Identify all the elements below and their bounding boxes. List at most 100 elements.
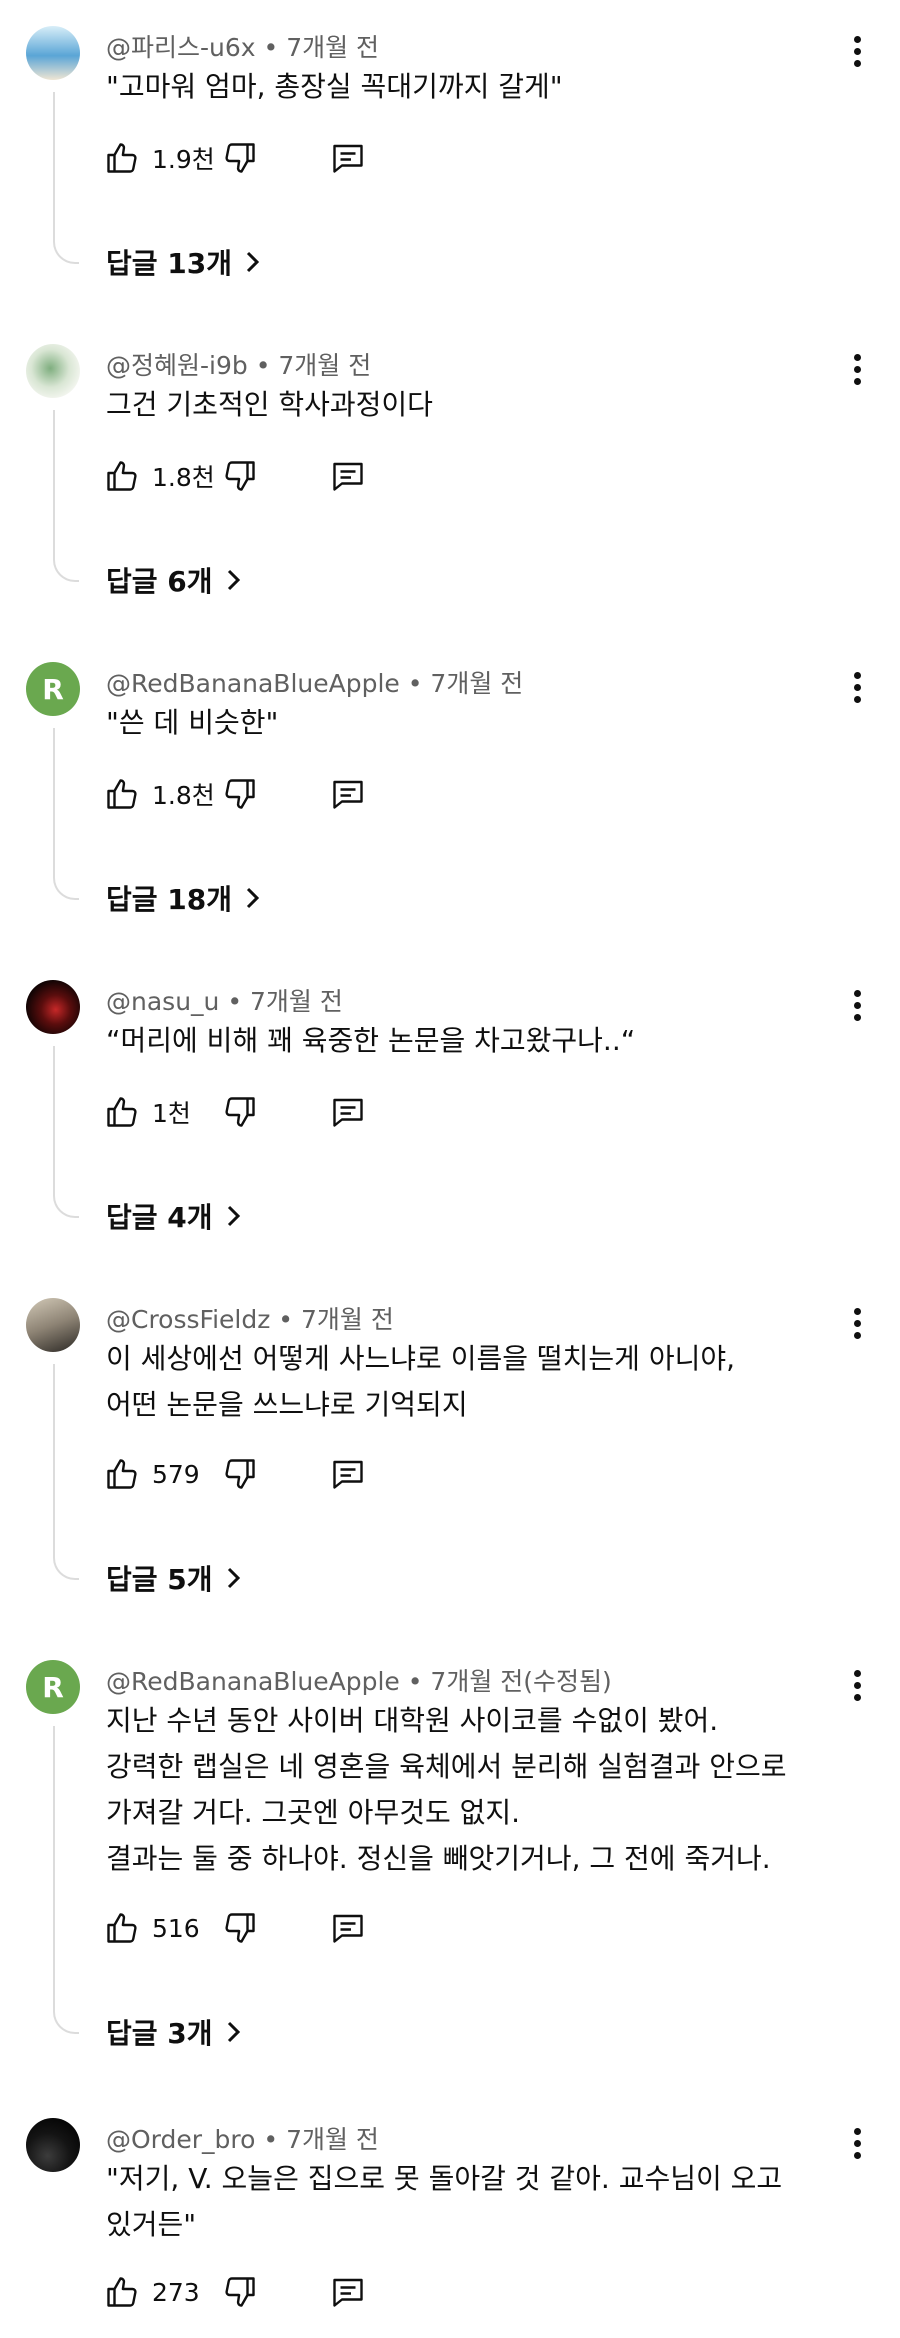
replies-label: 답글 5개 <box>106 1563 213 1596</box>
view-replies-button[interactable]: 답글 13개 <box>106 242 262 282</box>
thread-line <box>53 1726 79 2034</box>
comment-reply-icon[interactable] <box>330 2274 366 2310</box>
comment-meta: @RedBananaBlueApple • 7개월 전(수정됨) <box>106 1667 612 1696</box>
like-count: 1천 <box>152 1099 191 1128</box>
comment-line: 어떤 논문을 쓰느냐로 기억되지 <box>106 1388 468 1421</box>
chevron-right-icon <box>227 2021 240 2043</box>
comment-line: "저기, V. 오늘은 집으로 못 돌아갈 것 같아. 교수님이 오고 <box>106 2162 783 2195</box>
chevron-right-icon <box>227 569 240 591</box>
comment-reply-icon[interactable] <box>330 458 366 494</box>
thumb-up-icon[interactable] <box>104 2274 140 2310</box>
comment: @nasu_u • 7개월 전 “머리에 비해 꽤 육중한 논문을 차고왔구나.… <box>0 954 900 1272</box>
view-replies-button[interactable]: 답글 6개 <box>106 560 243 600</box>
replies-label: 답글 13개 <box>106 247 232 280</box>
chevron-right-icon <box>227 1567 240 1589</box>
comment-line: 가져갈 거다. 그곳엔 아무것도 없지. <box>106 1796 521 1829</box>
thumb-down-icon[interactable] <box>222 1910 258 1946</box>
comment-actions: 1천 <box>104 1092 366 1132</box>
thumb-up-icon[interactable] <box>104 1910 140 1946</box>
avatar[interactable]: R <box>26 662 80 716</box>
comment-text: "저기, V. 오늘은 집으로 못 돌아갈 것 같아. 교수님이 오고 있거든" <box>106 2156 846 2248</box>
comment-line: 지난 수년 동안 사이버 대학원 사이코를 수없이 봤어. <box>106 1704 719 1737</box>
comment: @정혜원-i9b • 7개월 전 그건 기초적인 학사과정이다 1.8천 답글 … <box>0 318 900 636</box>
view-replies-button[interactable]: 답글 18개 <box>106 878 262 918</box>
comment-text: 이 세상에선 어떻게 사느냐로 이름을 떨치는게 아니야, 어떤 논문을 쓰느냐… <box>106 1336 846 1428</box>
comment: @CrossFieldz • 7개월 전 이 세상에선 어떻게 사느냐로 이름을… <box>0 1272 900 1634</box>
comment-line: 그건 기초적인 학사과정이다 <box>106 388 433 421</box>
like-count: 1.8천 <box>152 781 215 810</box>
replies-label: 답글 6개 <box>106 565 213 598</box>
comment-text: 그건 기초적인 학사과정이다 <box>106 382 846 428</box>
avatar[interactable] <box>26 2118 80 2172</box>
thumb-up-icon[interactable] <box>104 140 140 176</box>
like-count: 1.9천 <box>152 145 215 174</box>
avatar[interactable]: R <box>26 1660 80 1714</box>
comment-actions: 1.9천 <box>104 138 366 178</box>
replies-label: 답글 18개 <box>106 883 232 916</box>
more-vert-icon[interactable] <box>852 354 862 386</box>
comment-reply-icon[interactable] <box>330 1094 366 1130</box>
view-replies-button[interactable]: 답글 5개 <box>106 1558 243 1598</box>
comment-meta: @파리스-u6x • 7개월 전 <box>106 33 380 62</box>
view-replies-button[interactable]: 답글 4개 <box>106 1196 243 1236</box>
thread-line <box>53 410 79 582</box>
comment-line: 이 세상에선 어떻게 사느냐로 이름을 떨치는게 아니야, <box>106 1342 736 1375</box>
comment: R @RedBananaBlueApple • 7개월 전(수정됨) 지난 수년… <box>0 1634 900 2092</box>
comment-actions: 1.8천 <box>104 456 366 496</box>
like-count: 579 <box>152 1459 200 1489</box>
thumb-up-icon[interactable] <box>104 1094 140 1130</box>
thumb-down-icon[interactable] <box>222 140 258 176</box>
more-vert-icon[interactable] <box>852 1670 862 1702</box>
thumb-up-icon[interactable] <box>104 776 140 812</box>
view-replies-button[interactable]: 답글 3개 <box>106 2012 243 2052</box>
like-count: 1.8천 <box>152 463 215 492</box>
more-vert-icon[interactable] <box>852 2128 862 2160</box>
comment-text: "고마워 엄마, 총장실 꼭대기까지 갈게" <box>106 64 846 110</box>
avatar[interactable] <box>26 1298 80 1352</box>
comment: @Order_bro • 7개월 전 "저기, V. 오늘은 집으로 못 돌아갈… <box>0 2092 900 2338</box>
avatar-letter: R <box>42 672 64 706</box>
comment: R @RedBananaBlueApple • 7개월 전 "쓴 데 비슷한" … <box>0 636 900 954</box>
replies-label: 답글 4개 <box>106 1201 213 1234</box>
more-vert-icon[interactable] <box>852 990 862 1022</box>
comment-line: “머리에 비해 꽤 육중한 논문을 차고왔구나..“ <box>106 1024 636 1057</box>
comment-text: "쓴 데 비슷한" <box>106 700 846 746</box>
avatar[interactable] <box>26 26 80 80</box>
replies-label: 답글 3개 <box>106 2017 213 2050</box>
thumb-up-icon[interactable] <box>104 458 140 494</box>
comment-line: "쓴 데 비슷한" <box>106 706 279 739</box>
comment-line: 강력한 랩실은 네 영혼을 육체에서 분리해 실험결과 안으로 <box>106 1750 787 1783</box>
thumb-down-icon[interactable] <box>222 1094 258 1130</box>
avatar[interactable] <box>26 344 80 398</box>
comment-line: 있거든" <box>106 2208 197 2241</box>
comment-reply-icon[interactable] <box>330 1456 366 1492</box>
comment-meta: @CrossFieldz • 7개월 전 <box>106 1305 394 1334</box>
comment-reply-icon[interactable] <box>330 776 366 812</box>
thumb-up-icon[interactable] <box>104 1456 140 1492</box>
chevron-right-icon <box>227 1205 240 1227</box>
thread-line <box>53 728 79 900</box>
more-vert-icon[interactable] <box>852 36 862 68</box>
thumb-down-icon[interactable] <box>222 1456 258 1492</box>
thumb-down-icon[interactable] <box>222 776 258 812</box>
thumb-down-icon[interactable] <box>222 2274 258 2310</box>
comment-line: "고마워 엄마, 총장실 꼭대기까지 갈게" <box>106 70 563 103</box>
comment-meta: @nasu_u • 7개월 전 <box>106 987 343 1016</box>
more-vert-icon[interactable] <box>852 1308 862 1340</box>
thread-line <box>53 92 79 264</box>
comment-meta: @Order_bro • 7개월 전 <box>106 2125 379 2154</box>
comment-actions: 579 <box>104 1454 366 1494</box>
chevron-right-icon <box>246 887 260 909</box>
comment-meta: @정혜원-i9b • 7개월 전 <box>106 351 372 380</box>
comment-actions: 273 <box>104 2272 366 2312</box>
more-vert-icon[interactable] <box>852 672 862 704</box>
avatar-letter: R <box>42 1670 64 1704</box>
comment-reply-icon[interactable] <box>330 1910 366 1946</box>
avatar[interactable] <box>26 980 80 1034</box>
chevron-right-icon <box>246 251 260 273</box>
thumb-down-icon[interactable] <box>222 458 258 494</box>
comment-line: 결과는 둘 중 하나야. 정신을 빼앗기거나, 그 전에 죽거나. <box>106 1842 771 1875</box>
comment-text: 지난 수년 동안 사이버 대학원 사이코를 수없이 봤어. 강력한 랩실은 네 … <box>106 1698 846 1882</box>
like-count: 516 <box>152 1913 200 1943</box>
comment-reply-icon[interactable] <box>330 140 366 176</box>
